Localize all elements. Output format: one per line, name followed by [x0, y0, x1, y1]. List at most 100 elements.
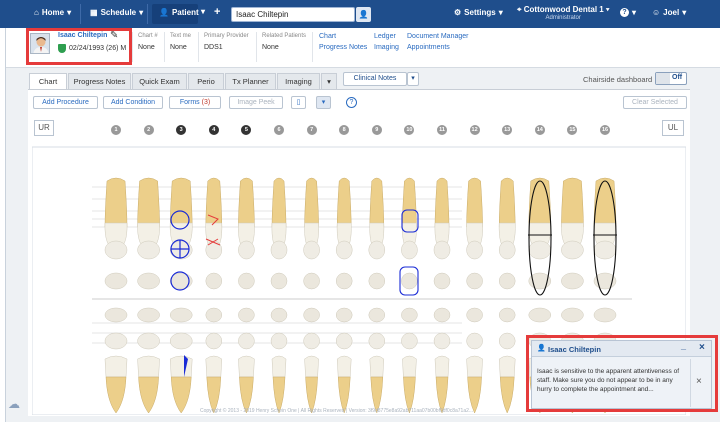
- tooth-occlusal: [104, 240, 128, 260]
- calendar-icon: ▦: [90, 8, 98, 17]
- tooth-crown: [104, 355, 128, 378]
- tooth-view-crown-button[interactable]: ▯: [291, 96, 306, 109]
- image-peek-button[interactable]: Image Peek: [229, 96, 283, 109]
- alert-message: Isaac is sensitive to the apparent atten…: [537, 368, 680, 393]
- alert-dismiss-button[interactable]: ×: [696, 376, 702, 387]
- nav-patient[interactable]: 👤 Patient: [159, 8, 199, 17]
- tooth-occlusal: [303, 307, 320, 323]
- tooth-crown: [238, 355, 255, 378]
- tooth-lingual: [303, 272, 320, 290]
- tab-tx-planner[interactable]: Tx Planner: [225, 73, 276, 89]
- tooth-root: [304, 177, 319, 228]
- related-patients-value: None: [262, 44, 279, 51]
- tooth-occlusal: [498, 332, 516, 350]
- add-procedure-button[interactable]: Add Procedure: [33, 96, 98, 109]
- tooth-occlusal: [368, 307, 386, 323]
- tabs-more-dropdown[interactable]: ▾: [321, 73, 337, 89]
- help-icon[interactable]: ?: [346, 97, 357, 108]
- nav-user[interactable]: ☺ Joel ▾: [652, 8, 686, 17]
- add-condition-button[interactable]: Add Condition: [103, 96, 163, 109]
- link-appointments[interactable]: Appointments: [407, 44, 450, 51]
- tooth-occlusal: [593, 240, 617, 260]
- tooth-occlusal: [169, 332, 193, 350]
- tooth-view-root-button[interactable]: ▾: [316, 96, 331, 109]
- cloud-sync-icon[interactable]: ☁: [8, 397, 20, 411]
- link-ledger[interactable]: Ledger: [374, 33, 396, 40]
- tooth-crown: [169, 355, 193, 378]
- nav-settings[interactable]: ⚙ Settings ▾: [454, 8, 503, 17]
- alert-header: 👤 Isaac Chiltepin _ ×: [532, 341, 711, 357]
- tooth-lingual: [335, 272, 353, 290]
- text-me-value: None: [170, 44, 187, 51]
- tooth-crown: [205, 355, 223, 378]
- alert-title: Isaac Chiltepin: [548, 345, 601, 354]
- avatar: [30, 33, 50, 54]
- tooth-root: [271, 177, 287, 228]
- chairside-toggle[interactable]: Off: [655, 72, 687, 85]
- patient-alert-popup: 👤 Isaac Chiltepin _ × Isaac is sensitive…: [531, 340, 712, 409]
- tooth-crown: [402, 355, 417, 378]
- tooth-occlusal: [401, 332, 418, 350]
- alert-close-button[interactable]: ×: [699, 342, 705, 353]
- link-chart[interactable]: Chart: [319, 33, 336, 40]
- tooth-occlusal: [433, 307, 451, 323]
- chevron-down-icon: ▾: [201, 7, 206, 16]
- tooth-root: [498, 177, 516, 228]
- tooth-crown: [336, 355, 352, 378]
- tab-quick-exam[interactable]: Quick Exam: [132, 73, 187, 89]
- tooth-root: [528, 177, 552, 228]
- nav-home[interactable]: ⌂ Home ▾: [34, 8, 71, 17]
- home-icon: ⌂: [34, 8, 39, 17]
- alert-minimize-button[interactable]: _: [681, 341, 686, 351]
- patient-dob: 02/24/1993 (26) M: [58, 44, 126, 53]
- nav-schedule[interactable]: ▦ Schedule ▾: [90, 8, 143, 17]
- tooth-occlusal: [205, 332, 223, 350]
- top-nav: ⌂ Home ▾ ▦ Schedule ▾ 👤 Patient ▾ + Isaac Chi…: [0, 0, 720, 28]
- link-document-manager[interactable]: Document Manager: [407, 33, 468, 40]
- patient-search-input[interactable]: Isaac Chiltepin: [231, 7, 355, 22]
- chevron-down-icon: ▾: [67, 8, 72, 17]
- tooth-root: [402, 177, 417, 228]
- patient-search-button[interactable]: 👤: [356, 7, 371, 22]
- tooth-crown: [434, 355, 450, 378]
- tooth-lingual: [466, 272, 483, 290]
- patient-name[interactable]: Isaac Chiltepin: [58, 32, 107, 39]
- tooth-occlusal: [561, 307, 584, 323]
- tooth-lingual: [238, 272, 255, 290]
- link-progress-notes[interactable]: Progress Notes: [319, 44, 367, 51]
- link-imaging[interactable]: Imaging: [374, 44, 399, 51]
- nav-help[interactable]: ? ▾: [620, 8, 636, 17]
- tooth-occlusal: [205, 307, 223, 323]
- tooth-occlusal: [270, 307, 288, 323]
- tooth-occlusal: [335, 307, 353, 323]
- tooth-occlusal: [169, 307, 193, 323]
- chevron-down-icon: ▾: [139, 8, 144, 17]
- tooth-occlusal: [137, 332, 160, 350]
- tooth-occlusal: [303, 240, 320, 260]
- tooth-occlusal: [104, 307, 128, 323]
- clear-selected-button[interactable]: Clear Selected: [623, 96, 687, 109]
- nav-add-button[interactable]: +: [214, 6, 220, 18]
- tooth-occlusal: [368, 240, 386, 260]
- tooth-lingual: [401, 272, 418, 290]
- tab-chart[interactable]: Chart: [29, 73, 67, 90]
- tooth-occlusal: [303, 332, 320, 350]
- primary-provider-label: Primary Provider: [204, 33, 249, 39]
- tab-perio[interactable]: Perio: [188, 73, 224, 89]
- tooth-lingual: [137, 272, 160, 290]
- tooth-lingual: [205, 272, 223, 290]
- forms-button[interactable]: Forms (3): [169, 96, 221, 109]
- tooth-occlusal: [205, 240, 223, 260]
- tab-imaging[interactable]: Imaging: [277, 73, 320, 89]
- nav-patient-dropdown[interactable]: ▾: [201, 7, 205, 16]
- tooth-occlusal: [104, 332, 128, 350]
- tab-progress-notes[interactable]: Progress Notes: [68, 73, 131, 89]
- tooth-root: [561, 177, 584, 228]
- tooth-lingual: [270, 272, 288, 290]
- divider: [132, 32, 133, 62]
- nav-location[interactable]: ⌖ Cottonwood Dental 1 ▾ Administrator: [517, 5, 609, 21]
- edit-pencil-icon[interactable]: ✎: [110, 30, 118, 41]
- clinical-notes-button[interactable]: Clinical Notes: [343, 72, 407, 86]
- clinical-notes-dropdown[interactable]: ▾: [407, 72, 419, 86]
- tooth-crown: [498, 355, 516, 378]
